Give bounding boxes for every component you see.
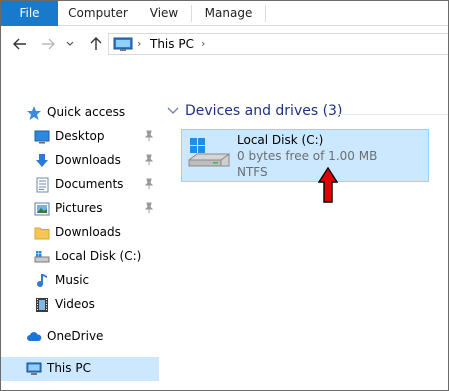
nav-item-label: Downloads	[55, 225, 121, 239]
nav-this-pc-label: This PC	[47, 361, 91, 375]
nav-item-label: Videos	[55, 297, 95, 311]
group-divider	[336, 114, 448, 115]
nav-item-local-disk[interactable]: Local Disk (C:)	[1, 245, 159, 269]
group-header-label: Devices and drives (3)	[185, 103, 343, 119]
navigation-bar: › This PC ›	[1, 27, 448, 62]
nav-item-label: Desktop	[55, 129, 105, 143]
pin-icon[interactable]	[143, 154, 155, 166]
nav-this-pc[interactable]: This PC	[1, 357, 159, 381]
tab-file[interactable]: File	[1, 1, 58, 26]
back-button[interactable]	[10, 33, 30, 55]
breadcrumb-this-pc[interactable]: This PC	[150, 37, 194, 51]
drive-free-space: 0 bytes free of 1.00 MB	[237, 149, 378, 163]
breadcrumb-separator[interactable]: ›	[201, 37, 205, 50]
desktop-icon	[34, 130, 50, 144]
videos-icon	[36, 298, 48, 312]
nav-item-label: Music	[55, 273, 90, 287]
this-pc-icon	[26, 362, 42, 375]
tab-view[interactable]: View	[138, 1, 190, 26]
this-pc-icon	[113, 37, 133, 51]
tab-manage[interactable]: Manage	[192, 1, 265, 26]
pin-icon[interactable]	[143, 130, 155, 142]
forward-button[interactable]	[38, 33, 58, 55]
nav-item-label: Pictures	[55, 201, 103, 215]
content-pane: Devices and drives (3) Local Disk (C:) 0…	[159, 63, 448, 390]
nav-quick-access-label: Quick access	[47, 105, 126, 119]
chevron-down-icon[interactable]	[167, 106, 179, 116]
nav-item-music[interactable]: Music	[1, 269, 159, 293]
up-button[interactable]	[86, 33, 106, 55]
drive-name: Local Disk (C:)	[237, 133, 324, 147]
nav-onedrive[interactable]: OneDrive	[1, 325, 159, 349]
nav-item-downloads-folder[interactable]: Downloads	[1, 221, 159, 245]
nav-item-label: Local Disk (C:)	[55, 249, 142, 263]
nav-item-documents[interactable]: Documents	[1, 173, 159, 197]
ribbon-separator	[265, 5, 266, 22]
folder-icon	[34, 227, 50, 240]
forward-arrow-icon	[42, 38, 55, 50]
annotation-arrow-icon	[318, 167, 338, 203]
navigation-pane: Quick access Desktop Downloads Documents…	[1, 63, 159, 390]
download-icon	[36, 154, 48, 167]
up-arrow-icon	[90, 37, 102, 50]
nav-item-label: Documents	[55, 177, 124, 191]
ribbon-tabs: File Computer View Manage	[1, 1, 448, 26]
nav-item-downloads[interactable]: Downloads	[1, 149, 159, 173]
tab-computer[interactable]: Computer	[58, 1, 138, 26]
drive-tile-local-disk[interactable]: Local Disk (C:) 0 bytes free of 1.00 MB …	[181, 129, 429, 182]
pin-icon[interactable]	[143, 178, 155, 190]
nav-onedrive-label: OneDrive	[47, 329, 104, 343]
nav-quick-access[interactable]: Quick access	[1, 101, 159, 125]
music-icon	[37, 274, 47, 288]
pictures-icon	[34, 202, 50, 216]
drive-icon	[34, 251, 50, 263]
group-header-devices[interactable]: Devices and drives (3)	[167, 103, 342, 119]
nav-item-pictures[interactable]: Pictures	[1, 197, 159, 221]
nav-item-videos[interactable]: Videos	[1, 293, 159, 317]
windows-drive-icon	[188, 138, 230, 167]
pin-icon[interactable]	[143, 202, 155, 214]
drive-filesystem: NTFS	[237, 165, 268, 179]
documents-icon	[36, 177, 49, 193]
star-icon	[27, 106, 41, 120]
recent-locations-button[interactable]	[63, 33, 77, 55]
cloud-icon	[27, 332, 42, 341]
explorer-window: File Computer View Manage › This PC › Qu…	[0, 0, 449, 391]
nav-item-label: Downloads	[55, 153, 121, 167]
address-bar[interactable]: › This PC ›	[108, 33, 448, 55]
chevron-down-icon	[66, 41, 74, 46]
breadcrumb-separator[interactable]: ›	[137, 37, 141, 50]
back-arrow-icon	[13, 38, 26, 50]
nav-item-desktop[interactable]: Desktop	[1, 125, 159, 149]
